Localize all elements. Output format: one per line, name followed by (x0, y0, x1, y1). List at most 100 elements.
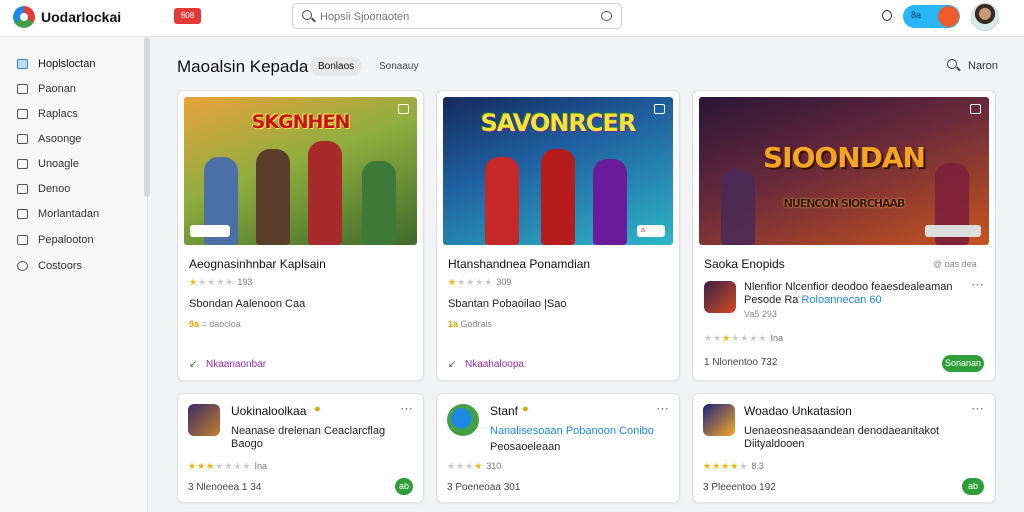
app-card[interactable]: Woadao Unkatasion ⋯ Uenaeosneasaandean d… (692, 393, 996, 503)
rating-value: 8.3 (751, 461, 764, 471)
card-title: Stanf (490, 404, 519, 418)
game-banner[interactable]: SKGNHEN (184, 97, 417, 245)
sidebar-item-8[interactable]: Costoors (0, 256, 142, 278)
share-icon[interactable]: ↙ (189, 359, 197, 370)
bookmark-icon[interactable] (654, 104, 665, 114)
desc-highlight[interactable]: Roloannecan 60 (802, 294, 882, 306)
account-pill-dot (938, 6, 959, 27)
sidebar-item-1[interactable]: Paonan (0, 79, 142, 101)
card-link[interactable]: Nkaahaloopa (465, 359, 524, 370)
bag-icon (17, 235, 28, 245)
card-meta: 9a = daocloa (189, 319, 241, 329)
featured-card[interactable]: SAVONRCER a Htanshandnea Ponamdian ★★★★★… (436, 90, 680, 381)
rating-stars: ★★★★★ 309 (448, 277, 512, 287)
search-input[interactable] (320, 8, 590, 25)
bookmark-icon[interactable] (970, 104, 981, 114)
flame-icon: ● (522, 403, 529, 415)
card-footer: 1 Nlonentoo 732 (704, 357, 778, 368)
search-icon (302, 10, 312, 20)
app-thumbnail[interactable] (447, 404, 479, 436)
header-badge[interactable]: 808 (174, 8, 201, 24)
camera-icon[interactable] (601, 11, 612, 21)
install-button[interactable]: ab (395, 478, 413, 495)
card-title: Saoka Enopids (704, 257, 785, 271)
card-desc: Nlenfior Nlcenfior deodoo feaesdealeaman (744, 281, 953, 293)
hero-figure (362, 161, 396, 245)
sidebar-item-4[interactable]: Unoagle (0, 154, 142, 176)
sidebar-item-label: Costoors (38, 260, 83, 272)
more-options-icon[interactable]: ⋯ (656, 401, 670, 417)
home-icon (17, 59, 28, 69)
rating-value: 309 (496, 277, 512, 287)
sidebar-item-2[interactable]: Raplacs (0, 104, 142, 126)
hero-figure (308, 141, 342, 245)
sidebar-item-6[interactable]: Morlantadan (0, 204, 142, 226)
banner-tag: a (637, 225, 665, 237)
card-desc: Pesode Ra Roloannecan 60 (744, 294, 882, 307)
sidebar-item-3[interactable]: Asoonge (0, 129, 142, 151)
featured-card[interactable]: SKGNHEN Aeognasinhnbar Kaplsain ★★★★★ 193… (177, 90, 424, 381)
bookmark-icon[interactable] (398, 104, 409, 114)
rating-value: 193 (237, 277, 253, 287)
sidebar-item-label: Raplacs (38, 108, 78, 120)
page-title: Maoalsin Kepada (177, 57, 309, 76)
account-pill[interactable]: 8a (903, 5, 960, 28)
app-thumbnail[interactable] (703, 404, 735, 436)
app-title: Uodarlockai (41, 9, 122, 25)
install-button[interactable]: Sonanan (942, 355, 984, 372)
hero-figure (485, 157, 519, 245)
game-banner[interactable]: SIOONDAN NUENCON SIORCHAAB (699, 97, 989, 245)
card-title: Htanshandnea Ponamdian (448, 257, 591, 271)
box-icon (17, 134, 28, 144)
card-desc[interactable]: Nanalisesoaan Pobanoon Conibo (490, 425, 654, 438)
app-thumbnail[interactable] (704, 281, 736, 313)
hero-figure (721, 169, 755, 245)
meta-text: Godrais (460, 319, 493, 329)
app-thumbnail[interactable] (188, 404, 220, 436)
hero-figure (541, 149, 575, 245)
notification-icon[interactable] (882, 10, 892, 21)
sidebar-scrollbar[interactable] (144, 37, 150, 197)
app-card[interactable]: Stanf ● ⋯ Nanalisesoaan Pobanoon Conibo … (436, 393, 680, 503)
avatar[interactable] (971, 3, 999, 31)
share-icon[interactable]: ↙ (448, 359, 456, 370)
sidebar-item-label: Pepalooton (38, 234, 94, 246)
desc-text: Pesode Ra (744, 294, 799, 306)
banner-title: SAVONRCER (480, 109, 637, 137)
app-logo-icon[interactable] (13, 6, 35, 28)
featured-card[interactable]: SIOONDAN NUENCON SIORCHAAB Saoka Enopids… (692, 90, 996, 381)
card-title: Aeognasinhnbar Kaplsain (189, 257, 326, 271)
card-meta: 1a Godrais (448, 319, 492, 329)
search-bar[interactable] (292, 3, 622, 29)
gear-icon (17, 261, 28, 271)
chip-1[interactable]: Sonaauy (371, 57, 426, 76)
filter-label[interactable]: Naron (968, 60, 998, 72)
chip-0[interactable]: Bonlaos (310, 57, 363, 76)
card-subtitle: Sbantan Pobaoilao |Sao (448, 298, 567, 310)
card-title-meta: @ oas dea (933, 259, 977, 269)
app-card[interactable]: Uokinaloolkaa ● ⋯ Neanase drelenan Ceacl… (177, 393, 424, 503)
banner-tag (925, 225, 981, 237)
account-pill-label: 8a (911, 10, 922, 20)
monitor-icon (17, 209, 28, 219)
hero-figure (256, 149, 290, 245)
more-options-icon[interactable]: ⋯ (971, 401, 985, 417)
banner-title: SKGNHEN (251, 111, 351, 133)
more-options-icon[interactable]: ⋯ (400, 401, 414, 417)
more-options-icon[interactable]: ⋯ (971, 277, 985, 293)
sidebar-item-5[interactable]: Denoo (0, 179, 142, 201)
rating-value: Ina (254, 461, 268, 471)
card-title: Woadao Unkatasion (744, 404, 852, 418)
search-icon[interactable] (947, 59, 957, 69)
install-button[interactable]: ab (962, 478, 984, 495)
sidebar-item-label: Asoonge (38, 133, 82, 145)
list-icon (17, 109, 28, 119)
card-footer: 3 Nlenoeea 1 34 (188, 482, 262, 493)
card-link[interactable]: Nkaanaonbar (206, 359, 266, 370)
sidebar-item-7[interactable]: Pepalooton (0, 230, 142, 252)
sidebar-item-label: Denoo (38, 183, 71, 195)
sidebar-item-label: Hoplsloctan (38, 58, 96, 70)
rating-stars: ★★★★★★★ Ina (188, 461, 268, 471)
sidebar-item-0[interactable]: Hoplsloctan (0, 54, 142, 76)
game-banner[interactable]: SAVONRCER a (443, 97, 673, 245)
